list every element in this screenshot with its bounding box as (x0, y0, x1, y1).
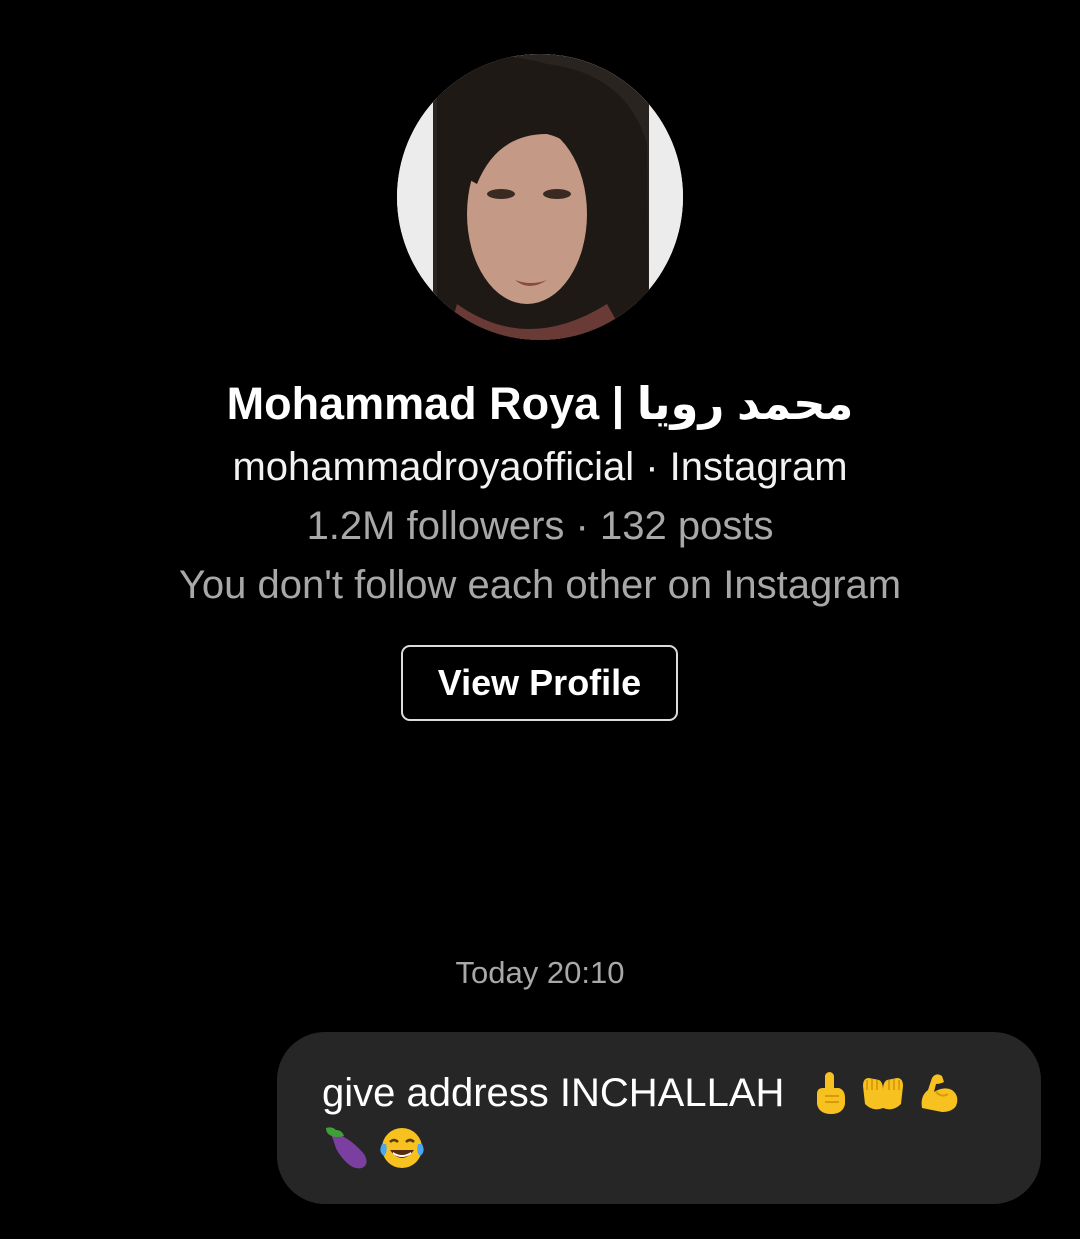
profile-name: Mohammad Roya | محمد رويا (226, 378, 854, 429)
profile-stats: 1.2M followers · 132 posts (306, 504, 774, 548)
message-timestamp: Today 20:10 (455, 955, 625, 990)
message-text: give address INCHALLAH (322, 1071, 785, 1115)
flexed-biceps-icon (914, 1068, 962, 1116)
profile-handle: mohammadroyaofficial · Instagram (232, 445, 848, 489)
palms-up-together-icon (859, 1068, 907, 1116)
outgoing-message-bubble[interactable]: give address INCHALLAH (277, 1032, 1041, 1204)
eggplant-icon (324, 1124, 372, 1172)
index-pointing-up-icon (805, 1068, 853, 1116)
view-profile-button[interactable]: View Profile (401, 645, 678, 721)
follow-status: You don't follow each other on Instagram (178, 563, 902, 607)
face-with-tears-of-joy-icon (378, 1124, 426, 1172)
profile-avatar[interactable] (397, 54, 683, 340)
